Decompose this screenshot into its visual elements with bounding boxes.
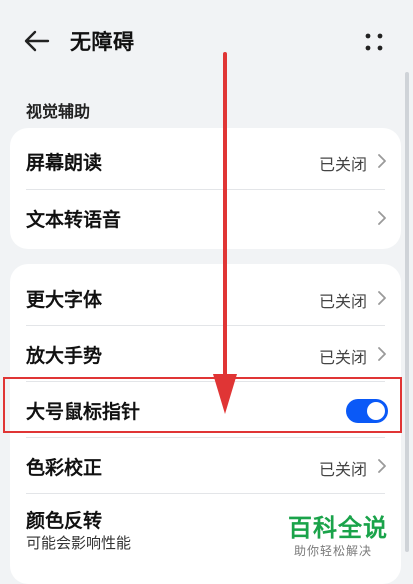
setting-row-color-correction[interactable]: 色彩校正 已关闭	[10, 438, 401, 494]
page-title: 无障碍	[70, 30, 135, 54]
top-bar: 无障碍	[0, 0, 413, 84]
watermark-main: 百科全说	[288, 514, 388, 542]
chevron-right-icon	[377, 290, 387, 306]
status-text: 已关闭	[318, 348, 367, 367]
chevron-right-icon	[377, 210, 387, 226]
setting-row-large-font[interactable]: 更大字体 已关闭	[10, 270, 401, 326]
pointing-arrow-icon	[213, 52, 237, 414]
setting-row-text-to-speech[interactable]: 文本转语音	[10, 190, 401, 246]
chevron-right-icon	[377, 346, 387, 362]
back-arrow-icon[interactable]	[22, 27, 52, 55]
watermark: 百科全说 助你轻松解决	[288, 508, 408, 568]
status-text: 已关闭	[318, 292, 367, 311]
watermark-sub: 助你轻松解决	[294, 544, 373, 558]
status-text: 已关闭	[318, 155, 367, 174]
row-sublabel: 可能会影响性能	[26, 534, 132, 552]
visual-aid-card: 屏幕朗读 已关闭 文本转语音	[10, 128, 401, 249]
row-label: 屏幕朗读	[26, 152, 103, 174]
scrollbar[interactable]	[405, 72, 409, 552]
setting-row-magnify-gesture[interactable]: 放大手势 已关闭	[10, 326, 401, 382]
row-label: 文本转语音	[26, 209, 122, 231]
highlight-box	[3, 377, 402, 433]
row-label: 色彩校正	[26, 457, 103, 479]
section-title-visual-aid: 视觉辅助	[26, 102, 91, 121]
row-label: 更大字体	[26, 289, 103, 311]
status-text: 已关闭	[318, 460, 367, 479]
row-label: 颜色反转	[26, 510, 103, 532]
chevron-right-icon	[377, 458, 387, 474]
more-options-icon[interactable]	[360, 28, 388, 56]
setting-row-screen-reader[interactable]: 屏幕朗读 已关闭	[10, 133, 401, 189]
chevron-right-icon	[377, 153, 387, 169]
row-label: 放大手势	[26, 345, 103, 367]
